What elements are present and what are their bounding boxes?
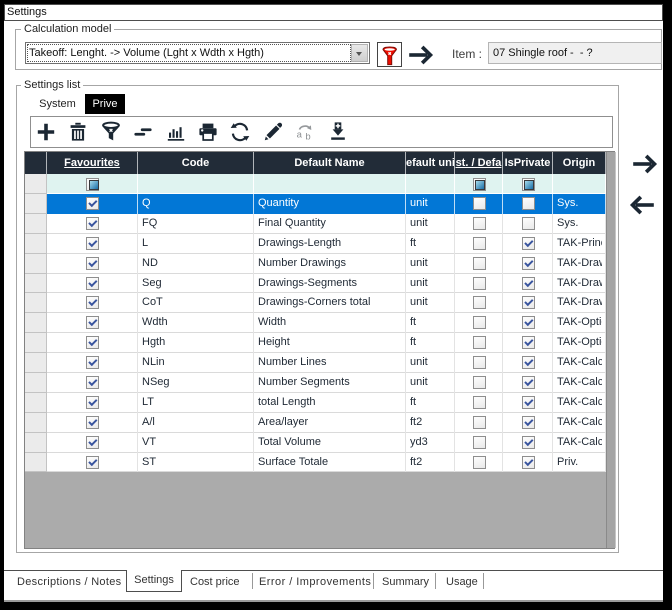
svg-text:b: b (306, 132, 311, 143)
svg-text:a: a (297, 130, 303, 141)
